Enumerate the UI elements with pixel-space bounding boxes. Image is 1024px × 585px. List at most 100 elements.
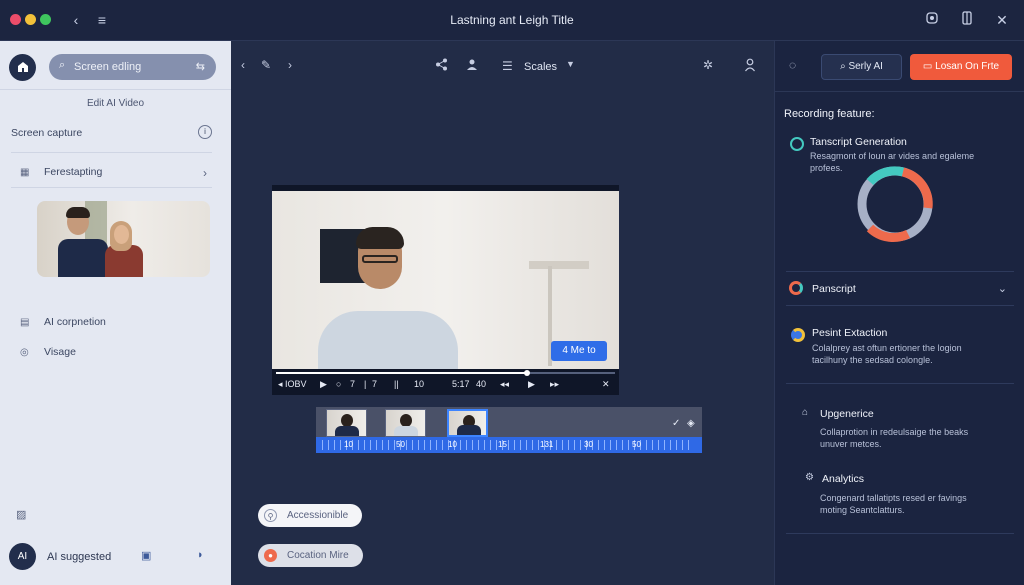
sidebar-item-folder[interactable]: ▦ Ferestapting [20, 166, 102, 178]
accessibility-pill[interactable]: ⚲ Accessionible [258, 504, 363, 527]
time-icon[interactable]: 5:17 [452, 379, 470, 389]
search-icon: ⌕ [840, 61, 846, 72]
feature-title: Pesint Extaction [812, 327, 888, 339]
header-separator [775, 91, 1024, 92]
chat-icon[interactable]: ◌ [789, 58, 796, 72]
share-icon[interactable] [435, 58, 448, 74]
rewind-icon[interactable]: ◂ IOBV [278, 379, 307, 390]
analytics-icon: ⚙ [805, 472, 814, 483]
play-icon[interactable]: ▶ [320, 379, 327, 390]
ruler-tick [610, 440, 611, 450]
pen-icon[interactable]: ✎ [261, 58, 271, 72]
button-label: Losan On Frte [935, 61, 1000, 72]
ruler-tick [418, 440, 419, 450]
ruler-tick [526, 440, 527, 450]
timeline-frame[interactable] [326, 409, 367, 437]
sidebar-divider [0, 89, 231, 90]
section-separator [786, 383, 1014, 384]
divider-icon[interactable]: | [364, 379, 366, 389]
counter-icon[interactable]: 7 [350, 379, 355, 389]
sidebar-item-ai-corpnetion[interactable]: ▤ AI corpnetion [20, 316, 106, 328]
ruler-tick [646, 440, 647, 450]
location-pill[interactable]: ● Cocation Mire [258, 544, 363, 567]
ruler-tick [658, 440, 659, 450]
loop-icon[interactable]: ○ [336, 379, 341, 389]
feature-desc: Colalprey ast oftun ertioner the logion … [812, 343, 962, 365]
progress-bar[interactable] [276, 370, 615, 376]
location-icon: ● [264, 549, 277, 562]
folder-icon: ▦ [20, 167, 30, 178]
split-view-icon[interactable] [957, 10, 977, 30]
ruler-tick [604, 440, 605, 450]
visage-icon: ◎ [20, 347, 29, 358]
sidebar: ⌕ Screen edling ⇆ Edit AI Video Screen c… [0, 41, 231, 585]
panscript-icon [789, 281, 803, 295]
check-icon[interactable]: ✓ [672, 418, 680, 429]
extraction-icon [791, 328, 805, 342]
ruler-tick [496, 440, 497, 450]
feature-title: Upgenerice [820, 408, 874, 420]
info-icon[interactable]: i [198, 125, 212, 139]
settings-icon[interactable] [922, 10, 942, 30]
ruler-label: 10 [344, 440, 353, 449]
split-icon[interactable]: || [394, 379, 399, 389]
filter-icon[interactable]: ⇆ [196, 60, 205, 73]
me-to-button[interactable]: 4 Me to [551, 341, 607, 361]
login-button[interactable]: ▭ Losan On Frte [910, 54, 1012, 80]
presenter-hair [356, 227, 404, 249]
chevron-right-icon[interactable]: › [288, 58, 292, 72]
chevron-down-icon[interactable]: ⌄ [998, 282, 1007, 295]
app-logo[interactable] [9, 54, 36, 81]
timeline-ruler[interactable]: 10 50 10 15 131 30 50 [316, 437, 702, 453]
ruler-tick [562, 440, 563, 450]
ruler-tick [628, 440, 629, 450]
play-icon[interactable]: ▶ [528, 379, 535, 390]
ruler-tick [682, 440, 683, 450]
progress-fill [276, 372, 527, 374]
sidebar-item-label: Visage [44, 346, 76, 358]
close-icon[interactable]: ✕ [602, 379, 610, 390]
sidebar-separator [11, 152, 212, 153]
ruler-tick [406, 440, 407, 450]
chevron-right-icon[interactable]: › [203, 166, 207, 180]
timeline[interactable]: ✓ ◈ 10 50 10 15 131 30 50 [316, 407, 702, 453]
scrub-handle[interactable] [523, 370, 530, 376]
ruler-tick [538, 440, 539, 450]
briefcase-icon[interactable]: ▣ [141, 549, 151, 562]
back-icon[interactable]: ◂◂ [500, 379, 509, 390]
ruler-tick [520, 440, 521, 450]
ruler-label: 10 [448, 440, 457, 449]
ruler-tick [388, 440, 389, 450]
frame-body [394, 426, 418, 436]
counter-icon[interactable]: 10 [414, 379, 424, 389]
serly-ai-button[interactable]: ⌕ Serly AI [821, 54, 902, 80]
person-icon[interactable] [744, 58, 756, 75]
timeline-frame-selected[interactable] [447, 409, 488, 437]
toggle-icon[interactable]: ◗ [197, 549, 204, 561]
timeline-frame[interactable] [385, 409, 426, 437]
image-icon[interactable]: ▨ [16, 508, 26, 521]
chevron-down-icon[interactable]: ▼ [566, 59, 575, 69]
person-body [58, 239, 108, 277]
counter-icon[interactable]: 7 [372, 379, 377, 389]
ruler-tick [622, 440, 623, 450]
counter-icon[interactable]: 40 [476, 379, 486, 389]
ruler-label: 30 [584, 440, 593, 449]
scales-dropdown[interactable]: Scales [524, 61, 557, 73]
sparkle-icon[interactable]: ✲ [703, 58, 713, 72]
video-thumbnail[interactable] [37, 201, 210, 277]
search-input[interactable]: ⌕ Screen edling ⇆ [49, 54, 216, 80]
list-icon[interactable]: ☰ [502, 59, 513, 73]
user-icon[interactable] [466, 58, 478, 74]
avatar[interactable]: AI [9, 543, 36, 570]
forward-icon[interactable]: ▸▸ [550, 379, 559, 390]
sidebar-item-visage[interactable]: ◎ Visage [20, 346, 76, 358]
close-icon[interactable]: ✕ [992, 10, 1012, 30]
settings-icon[interactable]: ◈ [687, 418, 695, 429]
video-player[interactable]: 4 Me to ◂ IOBV ▶ ○ 7 | 7 || 10 5:17 40 ◂◂ ▶ ▸▸ ✕ [272, 185, 619, 395]
ruler-tick [652, 440, 653, 450]
ruler-tick [508, 440, 509, 450]
chevron-left-icon[interactable]: ‹ [241, 58, 245, 72]
screen-capture-row[interactable]: Screen capture i [11, 125, 212, 139]
ruler-tick [412, 440, 413, 450]
